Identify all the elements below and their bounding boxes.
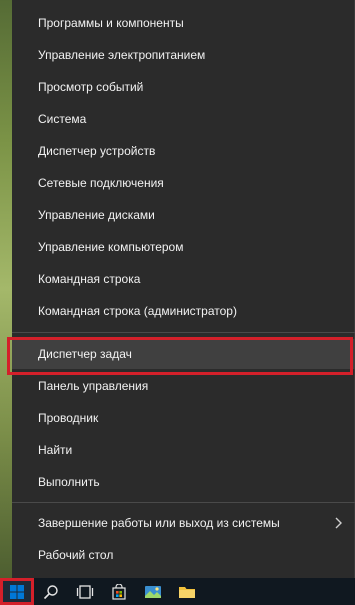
menu-item-command-prompt[interactable]: Командная строка <box>12 264 355 294</box>
menu-separator <box>12 502 355 503</box>
menu-item-power[interactable]: Управление электропитанием <box>12 40 355 70</box>
file-explorer-button[interactable] <box>170 578 204 605</box>
menu-item-label: Управление дисками <box>38 208 155 222</box>
chevron-right-icon <box>335 517 342 529</box>
menu-item-computer-management[interactable]: Управление компьютером <box>12 232 355 262</box>
menu-separator <box>12 332 355 333</box>
menu-item-label: Управление компьютером <box>38 240 184 254</box>
menu-item-programs[interactable]: Программы и компоненты <box>12 8 355 38</box>
menu-item-shutdown[interactable]: Завершение работы или выход из системы <box>12 508 355 538</box>
menu-item-label: Просмотр событий <box>38 80 144 94</box>
winx-context-menu: Программы и компоненты Управление электр… <box>12 0 355 578</box>
menu-item-label: Сетевые подключения <box>38 176 164 190</box>
menu-item-label: Рабочий стол <box>38 548 114 562</box>
search-button[interactable] <box>34 578 68 605</box>
menu-item-label: Проводник <box>38 411 99 425</box>
task-view-icon <box>76 584 94 599</box>
menu-item-system[interactable]: Система <box>12 104 355 134</box>
menu-item-command-prompt-admin[interactable]: Командная строка (администратор) <box>12 296 355 326</box>
menu-item-label: Диспетчер устройств <box>38 144 156 158</box>
menu-item-device-manager[interactable]: Диспетчер устройств <box>12 136 355 166</box>
menu-item-label: Программы и компоненты <box>38 16 184 30</box>
menu-item-run[interactable]: Выполнить <box>12 467 355 497</box>
menu-item-file-explorer[interactable]: Проводник <box>12 403 355 433</box>
store-icon <box>112 583 126 600</box>
menu-item-desktop[interactable]: Рабочий стол <box>12 540 355 570</box>
menu-item-label: Командная строка <box>38 272 141 286</box>
task-view-button[interactable] <box>68 578 102 605</box>
menu-item-label: Командная строка (администратор) <box>38 304 237 318</box>
desktop-background <box>0 0 12 578</box>
search-icon <box>43 584 58 599</box>
photos-icon <box>145 585 161 598</box>
taskbar <box>0 578 355 605</box>
photos-button[interactable] <box>136 578 170 605</box>
menu-item-control-panel[interactable]: Панель управления <box>12 371 355 401</box>
menu-item-search[interactable]: Найти <box>12 435 355 465</box>
menu-item-label: Система <box>38 112 87 126</box>
menu-item-label: Диспетчер задач <box>38 347 132 361</box>
menu-item-label: Панель управления <box>38 379 149 393</box>
store-button[interactable] <box>102 578 136 605</box>
start-button[interactable] <box>0 578 34 605</box>
menu-item-label: Управление электропитанием <box>38 48 206 62</box>
menu-item-event-viewer[interactable]: Просмотр событий <box>12 72 355 102</box>
windows-start-icon <box>10 584 24 599</box>
menu-item-network[interactable]: Сетевые подключения <box>12 168 355 198</box>
menu-item-task-manager[interactable]: Диспетчер задач <box>12 339 355 369</box>
menu-item-label: Завершение работы или выход из системы <box>38 516 280 530</box>
file-explorer-icon <box>179 586 195 598</box>
menu-item-disk-management[interactable]: Управление дисками <box>12 200 355 230</box>
menu-item-label: Найти <box>38 443 73 457</box>
menu-item-label: Выполнить <box>38 475 100 489</box>
